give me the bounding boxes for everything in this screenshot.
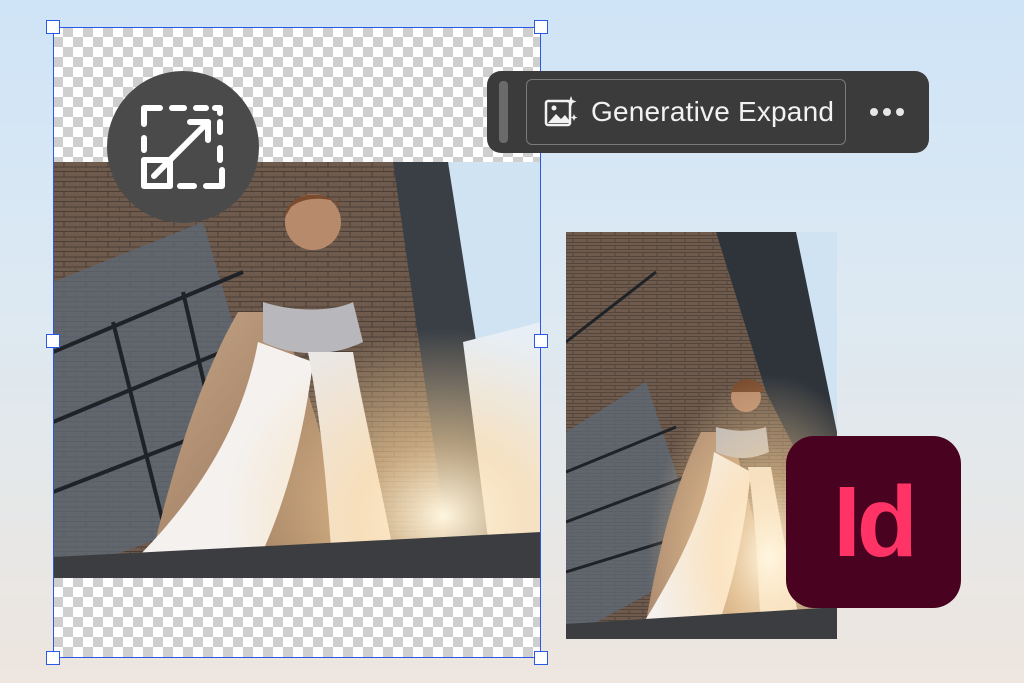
drag-grip-handle[interactable] bbox=[499, 81, 508, 143]
indesign-app-logo: Id bbox=[786, 436, 961, 608]
more-options-icon[interactable] bbox=[867, 95, 907, 129]
generative-expand-label: Generative Expand bbox=[591, 96, 835, 127]
resize-handle-bottom-left[interactable] bbox=[46, 651, 60, 665]
generative-expand-button[interactable]: Generative Expand bbox=[526, 79, 846, 145]
expand-badge bbox=[107, 71, 259, 223]
resize-handle-top-right[interactable] bbox=[534, 20, 548, 34]
indesign-logo-text: Id bbox=[833, 466, 918, 578]
resize-handle-top-left[interactable] bbox=[46, 20, 60, 34]
contextual-taskbar: Generative Expand bbox=[487, 71, 929, 153]
image-sparkle-icon bbox=[544, 96, 578, 127]
resize-handle-middle-right[interactable] bbox=[534, 334, 548, 348]
expand-crop-icon bbox=[141, 105, 225, 189]
resize-handle-bottom-right[interactable] bbox=[534, 651, 548, 665]
resize-handle-middle-left[interactable] bbox=[46, 334, 60, 348]
